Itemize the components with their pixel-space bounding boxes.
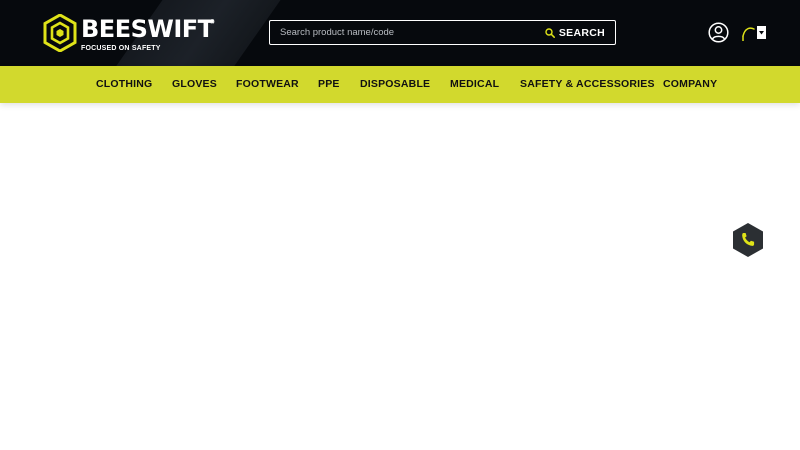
brand-logo[interactable]: BEESWIFT ® FOCUSED ON SAFETY [43, 14, 223, 54]
nav-item-company[interactable]: COMPANY [663, 66, 717, 103]
nav-item-footwear[interactable]: FOOTWEAR [236, 66, 299, 103]
search-button-label: SEARCH [558, 26, 605, 39]
magnifier-icon [545, 27, 555, 38]
nav-item-gloves[interactable]: GLOVES [172, 66, 217, 103]
registered-mark: ® [210, 20, 215, 26]
caret-down-icon [759, 31, 764, 35]
brand-wordmark: BEESWIFT [81, 15, 214, 43]
search-button[interactable]: SEARCH [545, 21, 605, 44]
nav-item-disposable[interactable]: DISPOSABLE [360, 66, 430, 103]
nav-item-safety-accessories[interactable]: SAFETY & ACCESSORIES [520, 66, 655, 103]
nav-item-ppe[interactable]: PPE [318, 66, 340, 103]
search-input[interactable] [280, 21, 540, 44]
hexagon-logo-icon [43, 14, 77, 52]
main-navigation: CLOTHING GLOVES FOOTWEAR PPE DISPOSABLE … [0, 66, 800, 103]
phone-contact-button[interactable] [731, 222, 765, 258]
search-form: SEARCH [269, 20, 616, 45]
nav-item-medical[interactable]: MEDICAL [450, 66, 499, 103]
user-circle-icon[interactable] [708, 22, 729, 43]
basket-count-badge [757, 26, 766, 39]
nav-item-clothing[interactable]: CLOTHING [96, 66, 152, 103]
site-header: BEESWIFT ® FOCUSED ON SAFETY SEARCH [0, 0, 800, 66]
page: BEESWIFT ® FOCUSED ON SAFETY SEARCH [0, 0, 800, 450]
brand-tagline: FOCUSED ON SAFETY [81, 45, 161, 52]
